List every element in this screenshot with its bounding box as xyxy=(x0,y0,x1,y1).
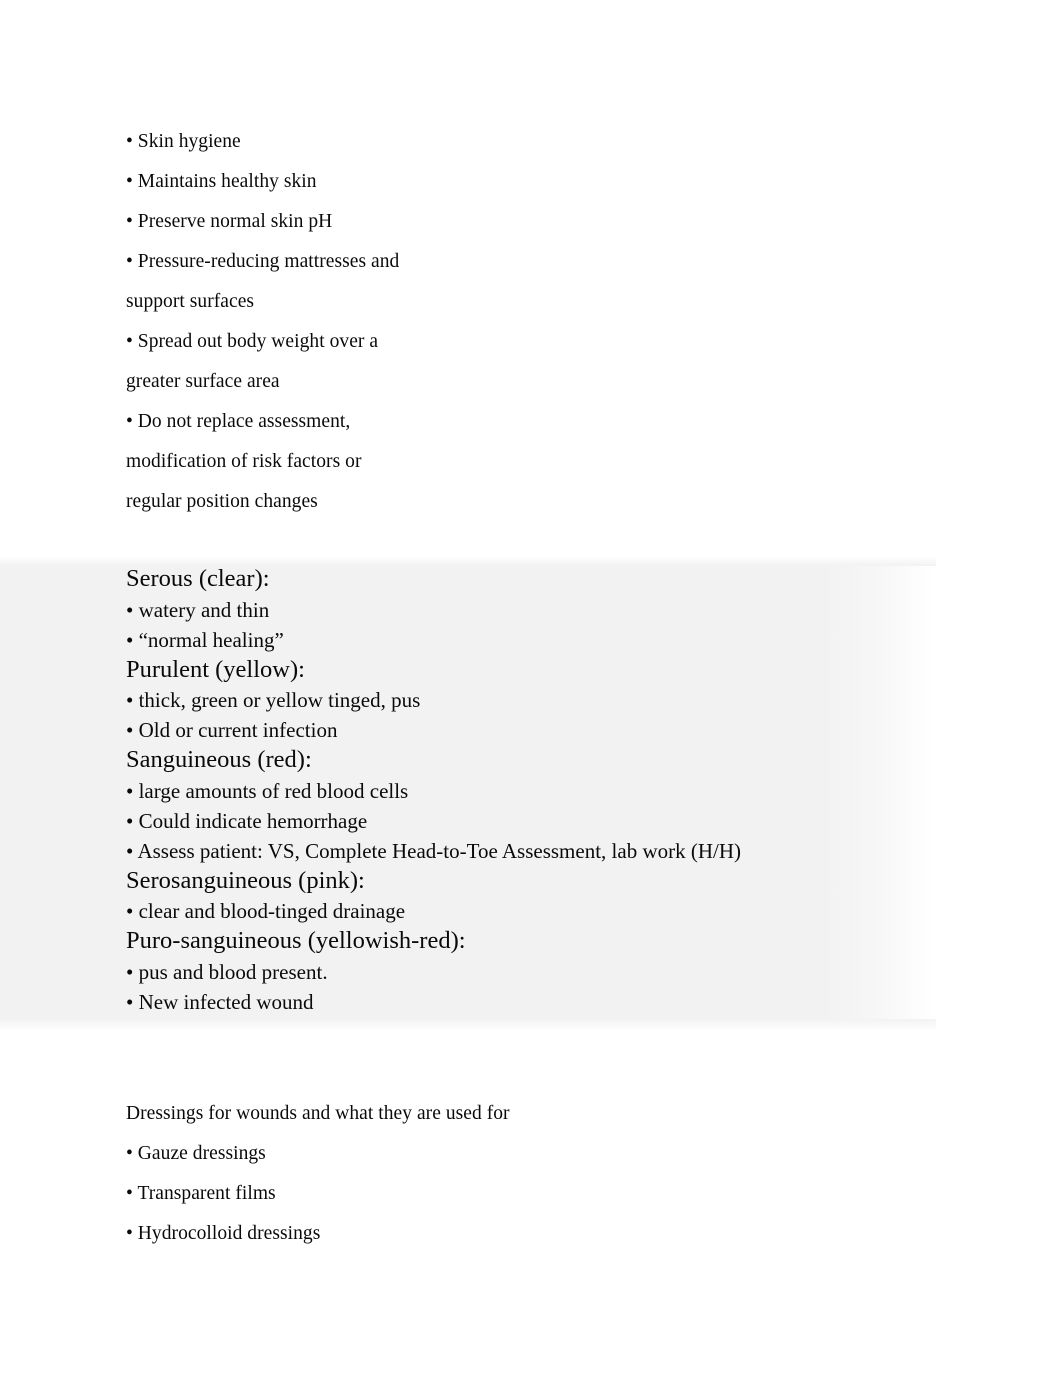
list-item: • Pressure-reducing mattresses and xyxy=(126,251,400,272)
list-item: • thick, green or yellow tinged, pus xyxy=(126,688,421,712)
list-item: • large amounts of red blood cells xyxy=(126,778,409,803)
list-item: • Old or current infection xyxy=(126,718,338,742)
list-item: • Spread out body weight over a xyxy=(126,331,379,352)
drainage-type-heading: Serous (clear): xyxy=(126,565,270,592)
list-item: • Transparent films xyxy=(126,1183,276,1204)
list-item: • clear and blood-tinged drainage xyxy=(126,899,406,923)
drainage-type-heading: Serosanguineous (pink): xyxy=(126,866,365,894)
list-item: • “normal healing” xyxy=(126,627,284,652)
wound-drainage-types-block: Serous (clear): • watery and thin • “nor… xyxy=(0,556,936,1031)
drainage-type-heading: Puro-sanguineous (yellowish-red): xyxy=(126,927,466,954)
list-item: • Hydrocolloid dressings xyxy=(126,1223,321,1244)
list-item-continuation: modification of risk factors or xyxy=(126,451,362,472)
skin-care-bullet-list: • Skin hygiene • Maintains healthy skin … xyxy=(126,122,826,522)
list-item: • Gauze dressings xyxy=(126,1143,266,1164)
list-item: • Could indicate hemorrhage xyxy=(126,808,368,833)
list-item: • New infected wound xyxy=(126,989,314,1014)
list-item-continuation: support surfaces xyxy=(126,291,255,312)
list-item: • pus and blood present. xyxy=(126,959,328,984)
section-heading: Dressings for wounds and what they are u… xyxy=(126,1103,510,1124)
list-item: • Preserve normal skin pH xyxy=(126,211,333,232)
drainage-type-heading: Purulent (yellow): xyxy=(126,655,305,683)
list-item-continuation: greater surface area xyxy=(126,371,280,392)
list-item: • Skin hygiene xyxy=(126,131,241,152)
document-page: • Skin hygiene • Maintains healthy skin … xyxy=(0,0,1062,1377)
list-item: • Maintains healthy skin xyxy=(126,171,317,192)
list-item: • Assess patient: VS, Complete Head-to-T… xyxy=(126,838,741,863)
list-item: • Do not replace assessment, xyxy=(126,411,351,432)
drainage-type-heading: Sanguineous (red): xyxy=(126,746,312,773)
dressings-section: Dressings for wounds and what they are u… xyxy=(126,1094,886,1254)
list-item-continuation: regular position changes xyxy=(126,491,318,512)
list-item: • watery and thin xyxy=(126,597,270,622)
